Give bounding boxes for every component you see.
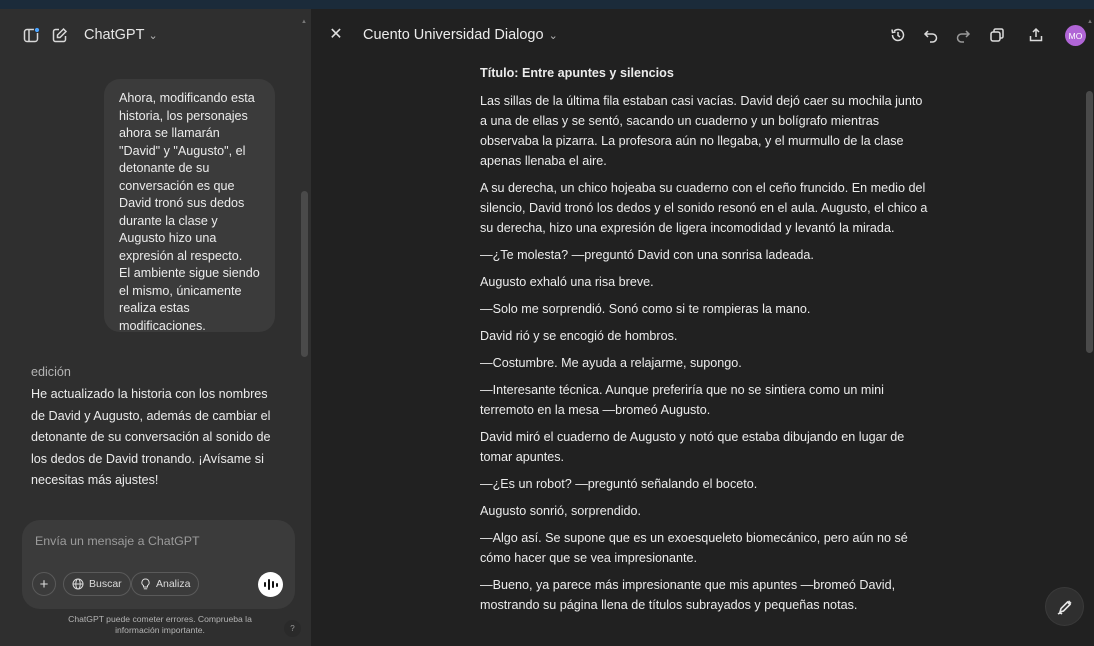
search-button[interactable]: Buscar [63, 572, 131, 596]
analyze-button-label: Analiza [156, 578, 191, 590]
voice-waveform-icon [271, 581, 274, 588]
assistant-message: He actualizado la historia con los nombr… [31, 387, 271, 487]
document-paragraph: David rió y se encogió de hombros. [480, 329, 678, 343]
search-button-label: Buscar [89, 578, 122, 590]
edit-suggestions-button[interactable] [1046, 588, 1083, 625]
edit-pencil-icon [1057, 599, 1072, 615]
document-paragraph: Augusto sonrió, sorprendido. [480, 504, 642, 518]
chat-header: ChatGPT ⌄ [0, 9, 311, 61]
document-body: Título: Entre apuntes y silencios Las si… [480, 63, 930, 622]
document-title: Cuento Universidad Dialogo [363, 27, 544, 43]
document-paragraph: —Costumbre. Me ayuda a relajarme, supong… [480, 356, 742, 370]
document-paragraph: —Algo así. Se supone que es un exoesquel… [480, 531, 908, 565]
chat-panel: ChatGPT ⌄ ▲ Ahora, modificando esta hist… [0, 9, 311, 646]
chat-scrollbar-thumb[interactable] [301, 191, 308, 357]
message-composer: Envía un mensaje a ChatGPT + Buscar Anal… [22, 520, 295, 609]
scroll-up-arrow-icon[interactable]: ▲ [301, 19, 307, 25]
window-top-strip [0, 0, 1094, 9]
user-avatar[interactable]: MO [1065, 25, 1086, 46]
history-icon[interactable] [889, 26, 907, 44]
document-paragraph: Augusto exhaló una risa breve. [480, 275, 654, 289]
voice-waveform-icon [263, 582, 266, 587]
undo-icon[interactable] [922, 26, 940, 44]
document-paragraph: —Interesante técnica. Aunque preferiría … [480, 383, 884, 417]
voice-waveform-icon [275, 582, 278, 587]
copy-icon[interactable] [988, 26, 1006, 44]
canvas-header: ✕ Cuento Universidad Dialogo ⌄ MO [311, 9, 1094, 61]
share-icon[interactable] [1027, 26, 1045, 44]
document-paragraph: —Bueno, ya parece más impresionante que … [480, 578, 896, 612]
message-input[interactable]: Envía un mensaje a ChatGPT [35, 534, 200, 548]
redo-icon[interactable] [954, 26, 972, 44]
document-paragraph: —¿Te molesta? —preguntó David con una so… [480, 248, 814, 262]
scroll-up-arrow-icon[interactable]: ▲ [1087, 19, 1093, 25]
help-button[interactable]: ? [284, 620, 301, 637]
lightbulb-icon [141, 578, 150, 590]
globe-icon [72, 578, 84, 590]
document-scrollbar-thumb[interactable] [1086, 91, 1093, 353]
document-heading: Título: Entre apuntes y silencios [480, 66, 674, 80]
document-paragraph: A su derecha, un chico hojeaba su cuader… [480, 181, 928, 235]
document-paragraph: Las sillas de la última fila estaban cas… [480, 94, 923, 168]
chevron-down-icon: ⌄ [148, 29, 158, 42]
app-title: ChatGPT [84, 27, 145, 43]
document-scrollbar[interactable]: ▲ [1086, 19, 1094, 646]
user-message-line: Ahora, modificando esta historia, los pe… [119, 91, 255, 263]
voice-waveform-icon [267, 579, 270, 590]
user-message-bubble: Ahora, modificando esta historia, los pe… [104, 79, 275, 333]
voice-mode-button[interactable] [258, 572, 283, 597]
analyze-button[interactable]: Analiza [131, 572, 200, 596]
new-chat-icon[interactable] [50, 26, 68, 44]
model-selector[interactable]: ChatGPT ⌄ [84, 27, 158, 43]
canvas-panel: ✕ Cuento Universidad Dialogo ⌄ MO Título… [311, 9, 1094, 646]
disclaimer-text: ChatGPT puede cometer errores. Comprueba… [68, 614, 252, 635]
chevron-down-icon: ⌄ [548, 29, 558, 42]
document-paragraph: —¿Es un robot? —preguntó señalando el bo… [480, 477, 758, 491]
document-paragraph: —Solo me sorprendió. Sonó como si te rom… [480, 302, 811, 316]
document-paragraph: David miró el cuaderno de Augusto y notó… [480, 430, 905, 464]
document-title-dropdown[interactable]: Cuento Universidad Dialogo ⌄ [363, 27, 558, 43]
user-message-line: El ambiente sigue siendo el mismo, única… [119, 266, 260, 333]
assistant-edit-label: edición [31, 365, 71, 379]
attach-button[interactable]: + [32, 572, 56, 596]
plus-icon: + [39, 575, 49, 593]
sidebar-toggle-icon[interactable] [22, 26, 40, 44]
chat-scrollbar[interactable]: ▲ [300, 19, 308, 529]
close-icon[interactable]: ✕ [328, 26, 344, 43]
